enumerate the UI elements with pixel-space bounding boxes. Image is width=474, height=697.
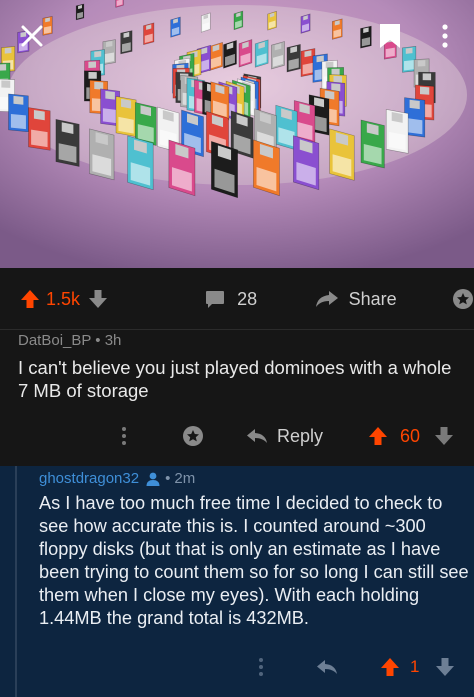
more-options-button[interactable] — [430, 18, 460, 54]
comment-downvote-button[interactable] — [435, 650, 455, 684]
floppy-disk — [28, 107, 51, 151]
comment-body: As I have too much free time I decided t… — [39, 493, 469, 628]
floppy-disk — [223, 39, 237, 69]
floppy-disk — [55, 118, 80, 167]
user-icon — [146, 472, 160, 486]
floppy-disk — [209, 41, 223, 71]
floppy-disk — [286, 43, 301, 73]
upvote-arrow-icon — [381, 658, 399, 676]
comment-meta: ghostdragon32 • 2m — [39, 470, 195, 487]
comment-actions: Reply 60 — [0, 418, 474, 454]
floppy-disk — [271, 41, 285, 70]
share-label: Share — [348, 288, 397, 309]
close-icon — [21, 25, 43, 47]
floppy-disk — [115, 95, 137, 137]
more-vertical-icon — [442, 24, 448, 48]
comment-more-button[interactable] — [258, 650, 264, 684]
comment-author[interactable]: DatBoi_BP — [18, 332, 91, 349]
comment-time: 2m — [174, 470, 196, 487]
more-vertical-icon — [259, 658, 263, 676]
comment: DatBoi_BP • 3h I can't believe you just … — [0, 330, 474, 466]
comment-time: 3h — [104, 332, 122, 349]
reply-button[interactable] — [316, 650, 338, 684]
comment-upvote-button[interactable] — [368, 418, 388, 454]
floppy-disk — [253, 139, 280, 197]
floppy-disk — [8, 93, 29, 133]
floppy-disk — [360, 25, 372, 49]
more-vertical-icon — [122, 427, 126, 445]
comment-actions: 1 — [0, 650, 474, 684]
floppy-disk — [238, 39, 253, 68]
upvote-arrow-icon[interactable] — [20, 289, 40, 309]
comment-body: I can't believe you just played dominoes… — [18, 357, 452, 401]
downvote-arrow-icon — [436, 658, 454, 676]
floppy-disk — [200, 12, 211, 33]
post-image[interactable] — [0, 0, 474, 268]
comment-score: 1 — [410, 657, 420, 676]
comment-more-button[interactable] — [121, 418, 127, 454]
save-button[interactable] — [372, 18, 408, 54]
comment-meta: DatBoi_BP • 3h — [18, 332, 121, 349]
floppy-disk — [267, 10, 277, 31]
floppy-disk — [168, 139, 196, 197]
award-icon — [183, 426, 203, 446]
floppy-disk — [385, 109, 409, 154]
reply-label: Reply — [277, 425, 324, 446]
bookmark-icon — [380, 24, 400, 48]
award-icon — [453, 289, 473, 309]
post-vote-group: 1.5k — [20, 289, 179, 310]
meta-separator: • — [165, 470, 171, 487]
comment-upvote-button[interactable] — [380, 650, 400, 684]
comments-count: 28 — [237, 288, 258, 309]
floppy-disk — [233, 10, 244, 31]
op-badge — [145, 471, 161, 487]
floppy-disk — [170, 16, 181, 38]
floppy-disk — [211, 140, 238, 199]
floppy-disk — [89, 128, 115, 181]
reply-arrow-icon — [247, 429, 267, 443]
close-button[interactable] — [14, 18, 50, 54]
comments-button[interactable]: 28 — [205, 289, 314, 310]
comment-score: 60 — [400, 425, 421, 446]
floppy-disk — [254, 39, 269, 68]
post-score: 1.5k — [46, 288, 81, 309]
reply-comment: ghostdragon32 • 2m As I have too much fr… — [0, 466, 474, 697]
comment-downvote-button[interactable] — [434, 418, 454, 454]
reply-arrow-icon — [317, 660, 337, 674]
floppy-disk — [75, 3, 85, 21]
downvote-arrow-icon — [435, 427, 453, 445]
floppy-disk — [360, 119, 385, 169]
post-action-bar: 1.5k 28 Share — [0, 268, 474, 330]
floppy-disk — [329, 128, 355, 181]
upvote-arrow-icon — [369, 427, 387, 445]
floppy-disk — [143, 22, 155, 46]
floppy-disk — [300, 13, 311, 34]
downvote-arrow-icon[interactable] — [88, 289, 108, 309]
share-button[interactable]: Share — [315, 289, 424, 310]
reply-button[interactable]: Reply — [246, 418, 323, 454]
meta-separator: • — [95, 332, 101, 349]
comment-bubble-icon — [206, 290, 225, 308]
floppy-disk — [293, 135, 320, 191]
share-arrow-icon — [315, 291, 338, 307]
floppy-disk — [127, 135, 154, 191]
floppy-disk — [332, 18, 343, 40]
comment-award-button[interactable] — [182, 418, 204, 454]
award-button[interactable] — [452, 288, 474, 310]
floppy-disk — [120, 30, 133, 55]
comment-author[interactable]: ghostdragon32 — [39, 470, 139, 487]
